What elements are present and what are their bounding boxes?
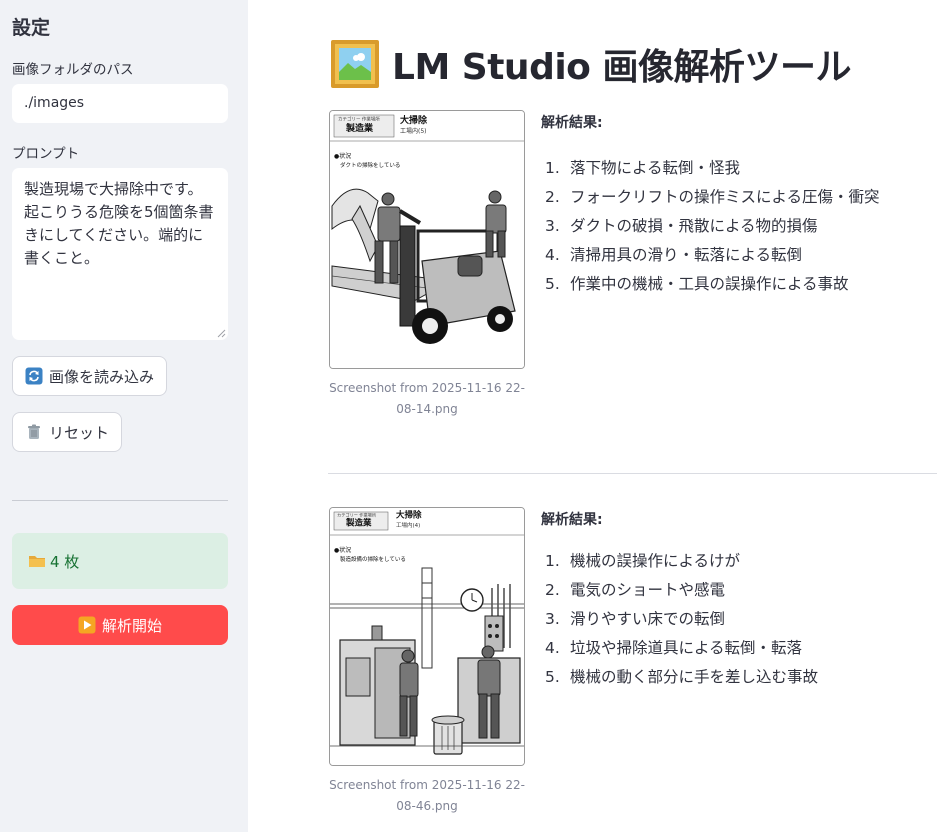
page-title-text: LM Studio 画像解析ツール: [392, 47, 851, 88]
list-item-text: 滑りやすい床での転倒: [569, 610, 725, 628]
folder-path-input[interactable]: [12, 84, 228, 123]
image-sub-text: 工場内(4): [396, 521, 420, 529]
refresh-icon: [25, 367, 43, 385]
prompt-textarea[interactable]: 製造現場で大掃除中です。起こりうる危険を5個箇条書きにしてください。端的に書くこ…: [12, 168, 228, 340]
list-item-text: 機械の誤操作によるけが: [569, 552, 740, 570]
resize-handle-icon[interactable]: [217, 329, 226, 338]
result-list: 1. 機械の誤操作によるけが 2. 電気のショートや感電 3. 滑りやすい床での…: [545, 547, 818, 692]
image-situation-text: 製造設備の掃除をしている: [340, 555, 406, 563]
start-analysis-button[interactable]: 解析開始: [12, 605, 228, 645]
result-heading: 解析結果:: [541, 512, 603, 528]
prompt-label: プロンプト: [12, 146, 80, 162]
trash-icon: [25, 423, 43, 441]
list-item: 4. 清掃用具の滑り・転落による転倒: [545, 246, 802, 264]
load-images-label: 画像を読み込み: [49, 367, 155, 386]
page-title: LM Studio 画像解析ツール: [330, 38, 851, 90]
image-industry-text: 製造業: [345, 518, 372, 529]
list-item-text: フォークリフトの操作ミスによる圧傷・衝突: [569, 188, 880, 206]
sidebar-title: 設定: [12, 17, 51, 39]
result-image[interactable]: カテゴリー 作業場所 製造業 大掃除 工場内(4) ●状況 製造設備の掃除をして…: [329, 507, 525, 766]
result-heading: 解析結果:: [541, 115, 603, 131]
image-caption: Screenshot from 2025-11-16 22-08-46.png: [329, 778, 525, 813]
image-situation-label: ●状況: [334, 546, 351, 554]
list-item-text: ダクトの破損・飛散による物的損傷: [569, 217, 818, 235]
list-item: 3. 滑りやすい床での転倒: [545, 610, 725, 628]
sidebar-divider: [12, 500, 228, 501]
list-item-text: 清掃用具の滑り・転落による転倒: [569, 246, 802, 264]
list-item: 1. 落下物による転倒・怪我: [545, 159, 740, 177]
start-analysis-label: 解析開始: [101, 616, 162, 635]
list-item-text: 作業中の機械・工具の誤操作による事故: [569, 275, 849, 293]
list-item-text: 落下物による転倒・怪我: [569, 159, 740, 177]
load-images-button[interactable]: 画像を読み込み: [12, 356, 168, 396]
folder-path-label: 画像フォルダのパス: [12, 62, 134, 78]
list-item: 2. フォークリフトの操作ミスによる圧傷・衝突: [545, 188, 880, 206]
image-caption: Screenshot from 2025-11-16 22-08-14.png: [329, 381, 525, 416]
list-item: 1. 機械の誤操作によるけが: [545, 552, 740, 570]
list-item: 2. 電気のショートや感電: [545, 581, 725, 599]
sidebar: 設定 画像フォルダのパス プロンプト 製造現場で大掃除中です。起こりうる危険を5…: [0, 0, 248, 832]
folder-icon: [28, 552, 46, 570]
image-category-text: カテゴリー 作業場所: [337, 512, 376, 519]
reset-button[interactable]: リセット: [12, 412, 123, 452]
framed-picture-icon: [330, 39, 380, 89]
image-situation-label: ●状況: [334, 152, 351, 160]
list-item-text: 垃圾や掃除道具による転倒・転落: [569, 639, 802, 657]
list-item: 5. 作業中の機械・工具の誤操作による事故: [545, 275, 849, 293]
list-item: 3. ダクトの破損・飛散による物的損傷: [545, 217, 818, 235]
image-count-text: 4 枚: [50, 552, 80, 571]
image-task-text: 大掃除: [400, 114, 428, 126]
image-category-text: カテゴリー 作業場所: [338, 116, 380, 123]
reset-label: リセット: [49, 423, 110, 442]
image-count-alert: 4 枚: [12, 533, 228, 589]
image-task-text: 大掃除: [396, 510, 422, 521]
result-divider: [328, 473, 937, 474]
list-item: 4. 垃圾や掃除道具による転倒・転落: [545, 639, 802, 657]
result-image[interactable]: カテゴリー 作業場所 製造業 大掃除 工場内(5) ●状況 ダクトの掃除をしてい…: [329, 110, 525, 369]
list-item-text: 機械の動く部分に手を差し込む事故: [569, 668, 818, 686]
play-icon: [78, 616, 96, 634]
image-sub-text: 工場内(5): [400, 127, 427, 135]
list-item-text: 電気のショートや感電: [569, 581, 725, 599]
image-industry-text: 製造業: [345, 122, 374, 134]
image-situation-text: ダクトの掃除をしている: [340, 161, 400, 169]
list-item: 5. 機械の動く部分に手を差し込む事故: [545, 668, 818, 686]
result-list: 1. 落下物による転倒・怪我 2. フォークリフトの操作ミスによる圧傷・衝突 3…: [545, 154, 879, 299]
